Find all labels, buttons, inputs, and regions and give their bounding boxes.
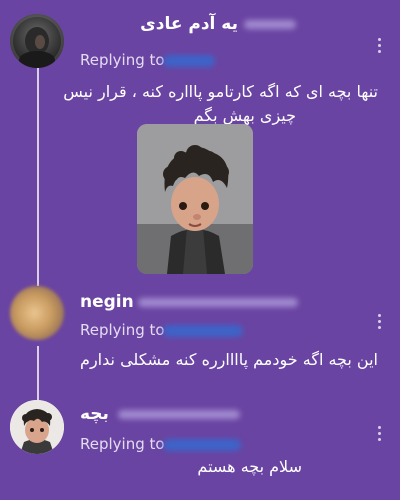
- tweet-image[interactable]: [137, 124, 253, 274]
- tweet-text-line: تنها بچه ای که اگه کارتامو پاااره کنه ، …: [63, 82, 378, 101]
- username-redacted: [118, 410, 240, 419]
- username-redacted: [244, 20, 296, 29]
- more-options-icon[interactable]: [378, 314, 382, 329]
- tweet[interactable]: یه آدم عادی Replying to تنها بچه ای که ا…: [0, 0, 400, 286]
- replying-to-handle-redacted[interactable]: [163, 55, 215, 67]
- display-name[interactable]: یه آدم عادی: [140, 14, 238, 34]
- tweet-text-line: این بچه اگه خودمم پاااارره کنه مشکلی ندا…: [80, 350, 378, 369]
- replying-to-handle-redacted[interactable]: [163, 325, 243, 337]
- avatar[interactable]: [10, 400, 64, 454]
- display-name[interactable]: negin: [80, 292, 134, 312]
- person-photo-icon: [19, 27, 55, 68]
- puppet-avatar-icon: [10, 400, 64, 454]
- tweet[interactable]: negin Replying to این بچه اگه خودمم پااا…: [0, 286, 400, 398]
- replying-to-handle-redacted[interactable]: [163, 439, 241, 451]
- tweet-text-line: سلام بچه هستم: [197, 457, 302, 476]
- replying-to-label: Replying to: [80, 321, 165, 339]
- tweet[interactable]: بچه Replying to سلام بچه هستم: [0, 400, 400, 500]
- more-options-icon[interactable]: [378, 38, 382, 53]
- avatar[interactable]: [10, 14, 64, 68]
- avatar[interactable]: [10, 286, 64, 340]
- display-name[interactable]: بچه: [80, 404, 109, 424]
- replying-to-label: Replying to: [80, 51, 165, 69]
- puppet-boy-illustration: [137, 124, 253, 274]
- replying-to-label: Replying to: [80, 435, 165, 453]
- username-redacted: [138, 298, 298, 307]
- more-options-icon[interactable]: [378, 426, 382, 441]
